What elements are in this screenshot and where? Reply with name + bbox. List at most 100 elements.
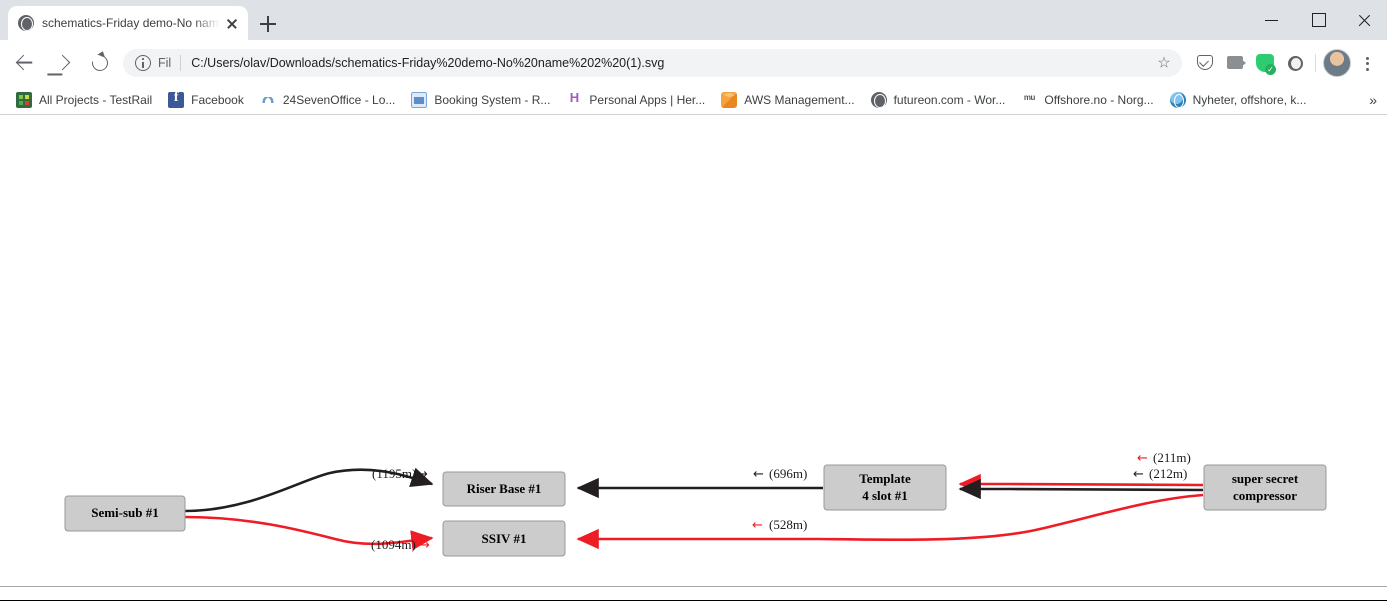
bookmark-item-nyheter[interactable]: Nyheter, offshore, k... (1162, 88, 1315, 112)
node-label: Riser Base #1 (467, 481, 542, 496)
pocket-icon (1197, 54, 1213, 70)
edge-label-696m: ← (696m) (753, 466, 807, 482)
minimize-button[interactable] (1249, 0, 1295, 40)
bookmark-label: All Projects - TestRail (39, 92, 153, 107)
edge-label-528m: ← (528m) (752, 517, 807, 533)
edge-label-211m: ← (211m) (1137, 450, 1191, 466)
address-bar[interactable]: Fil C:/Users/olav/Downloads/schematics-F… (123, 48, 1182, 77)
bookmark-label: Offshore.no - Norg... (1044, 92, 1154, 107)
cast-icon (1227, 55, 1246, 69)
edge-compressor-template-red[interactable] (958, 473, 1204, 495)
kebab-dot (1366, 67, 1369, 71)
arrow-right-icon: → (417, 467, 428, 482)
status-strip (0, 586, 1387, 601)
nyheter-icon (1169, 91, 1186, 108)
node-label-line2: 4 slot #1 (862, 488, 908, 503)
bookmark-item-personal-apps[interactable]: Personal Apps | Her... (558, 88, 713, 112)
divider (180, 54, 182, 71)
bookmark-item-testrail[interactable]: All Projects - TestRail (8, 88, 160, 112)
edge-distance-label: (1195m) (372, 466, 416, 481)
arrow-left-icon: ← (753, 467, 764, 482)
testrail-icon (16, 91, 32, 108)
circle-icon (1288, 55, 1303, 71)
edge-label-1094m: (1094m) → (371, 537, 430, 553)
node-ssiv[interactable]: SSIV #1 (442, 520, 566, 557)
shield-check-icon (1256, 53, 1276, 75)
svg-document-view: Semi-sub #1 Riser Base #1 SSIV #1 Templa… (0, 115, 1387, 586)
bookmark-item-24sevenoffice[interactable]: 24SevenOffice - Lo... (252, 88, 404, 112)
scheme-label: Fil (158, 55, 172, 70)
avatar[interactable] (1323, 48, 1351, 77)
back-button[interactable] (7, 46, 41, 80)
arrow-left-icon: ← (1133, 467, 1144, 482)
bookmark-label: Nyheter, offshore, k... (1192, 92, 1307, 107)
bookmarks-bar: All Projects - TestRail Facebook 24Seven… (0, 85, 1387, 115)
arrow-left-icon (15, 54, 32, 70)
schematic-diagram: Semi-sub #1 Riser Base #1 SSIV #1 Templa… (64, 450, 1327, 557)
node-riser-base[interactable]: Riser Base #1 (442, 471, 566, 507)
edge-label-212m: ← (212m) (1133, 466, 1187, 482)
globe-icon (18, 15, 34, 31)
h-icon (566, 90, 583, 108)
close-icon[interactable] (224, 15, 240, 31)
node-label: SSIV #1 (482, 531, 527, 546)
node-compressor[interactable]: super secret compressor (1203, 464, 1327, 511)
bookmark-label: AWS Management... (744, 92, 855, 107)
star-icon: ☆ (1157, 54, 1171, 71)
edge-distance-label: (212m) (1149, 466, 1187, 481)
bookmark-label: Booking System - R... (434, 92, 551, 107)
bookmark-item-booking-system[interactable]: Booking System - R... (403, 88, 558, 112)
window-controls (1249, 0, 1387, 40)
booking-icon (411, 91, 428, 108)
browser-window: schematics-Friday demo-No nam Fil C:/Use… (0, 0, 1387, 601)
bookmark-label: futureon.com - Wor... (893, 92, 1006, 107)
edge-compressor-template-black[interactable] (958, 478, 1204, 500)
globe-icon (870, 91, 887, 108)
bookmark-item-facebook[interactable]: Facebook (160, 88, 252, 112)
arrow-right-icon: → (419, 538, 430, 553)
shield-extension-button[interactable] (1250, 48, 1280, 78)
kebab-dot (1366, 56, 1369, 60)
facebook-icon (168, 90, 185, 108)
bookmark-item-offshore-no[interactable]: Offshore.no - Norg... (1013, 88, 1161, 112)
window-close-button[interactable] (1341, 0, 1387, 40)
pocket-extension-button[interactable] (1190, 48, 1220, 78)
aws-icon (721, 91, 738, 108)
edge-distance-label: (211m) (1153, 450, 1191, 465)
node-semi-sub[interactable]: Semi-sub #1 (64, 495, 186, 532)
browser-menu-button[interactable] (1353, 48, 1381, 78)
bookmark-star-button[interactable]: ☆ (1150, 49, 1178, 77)
kebab-dot (1366, 62, 1369, 65)
circle-extension-button[interactable] (1280, 48, 1310, 78)
edge-distance-label: (696m) (769, 466, 807, 481)
reload-icon (88, 51, 112, 74)
info-icon[interactable] (135, 54, 151, 71)
bookmark-label: Facebook (191, 92, 244, 107)
browser-tab[interactable]: schematics-Friday demo-No nam (8, 6, 248, 40)
forward-button[interactable] (45, 46, 79, 80)
bookmarks-overflow-button[interactable]: » (1369, 93, 1377, 107)
edge-distance-label: (528m) (769, 517, 807, 532)
arrow-left-icon: ← (1137, 451, 1148, 466)
maximize-button[interactable] (1295, 0, 1341, 40)
bookmark-item-futureon[interactable]: futureon.com - Wor... (863, 88, 1014, 112)
bookmark-item-aws[interactable]: AWS Management... (713, 88, 862, 112)
browser-toolbar: Fil C:/Users/olav/Downloads/schematics-F… (0, 40, 1387, 85)
new-tab-button[interactable] (256, 12, 280, 36)
mu-icon (1021, 92, 1037, 108)
edge-label-1195m: (1195m) → (372, 466, 428, 482)
cast-extension-button[interactable] (1220, 48, 1250, 78)
node-label-line1: Template (859, 471, 911, 486)
divider (1315, 53, 1316, 72)
node-template[interactable]: Template 4 slot #1 (823, 464, 947, 511)
node-label-line2: compressor (1233, 488, 1297, 503)
url-text[interactable]: C:/Users/olav/Downloads/schematics-Frida… (191, 56, 1150, 70)
reload-button[interactable] (83, 46, 117, 80)
arrow-right-icon (54, 54, 71, 70)
arrow-left-icon: ← (752, 518, 763, 533)
bookmark-label: Personal Apps | Her... (589, 92, 706, 107)
node-label: Semi-sub #1 (91, 505, 159, 520)
tab-title: schematics-Friday demo-No nam (42, 16, 219, 30)
edge-distance-label: (1094m) (371, 537, 416, 552)
24sevenoffice-icon (260, 92, 276, 108)
